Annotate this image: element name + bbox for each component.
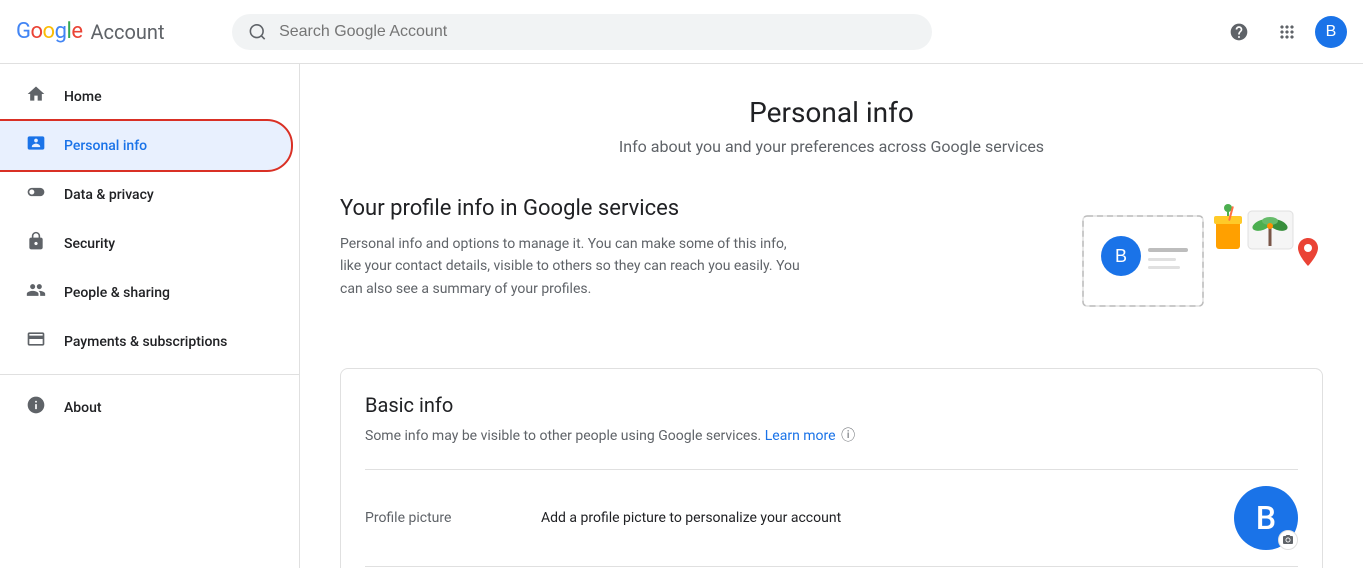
search-icon [248, 22, 267, 42]
google-logo: Google [16, 19, 82, 44]
payments-icon [24, 329, 48, 354]
avatar-letter: B [1256, 499, 1276, 537]
help-button[interactable] [1219, 12, 1259, 52]
camera-icon [1282, 534, 1294, 546]
camera-badge [1278, 530, 1298, 550]
profile-picture-value: Add a profile picture to personalize you… [541, 510, 1218, 526]
sidebar-label-payments: Payments & subscriptions [64, 334, 227, 350]
sidebar-item-data-privacy[interactable]: Data & privacy [0, 170, 291, 219]
page-title: Personal info [340, 96, 1323, 129]
profile-picture-label: Profile picture [365, 510, 525, 526]
header-actions: B [1219, 12, 1347, 52]
profile-section-title: Your profile info in Google services [340, 196, 1023, 221]
profile-section: Your profile info in Google services Per… [340, 196, 1323, 336]
data-privacy-icon [24, 182, 48, 207]
basic-info-card: Basic info Some info may be visible to o… [340, 368, 1323, 568]
sidebar-label-security: Security [64, 236, 115, 252]
logo-area: Google Account [16, 19, 216, 44]
learn-more-link[interactable]: Learn more [765, 428, 836, 444]
sidebar-label-data-privacy: Data & privacy [64, 187, 154, 203]
people-sharing-icon [24, 280, 48, 305]
user-avatar-button[interactable]: B [1315, 16, 1347, 48]
header: Google Account B [0, 0, 1363, 64]
search-bar[interactable] [232, 14, 932, 50]
home-icon [24, 84, 48, 109]
sidebar-item-people-sharing[interactable]: People & sharing [0, 268, 291, 317]
sidebar-item-personal-info[interactable]: Personal info [0, 121, 291, 170]
about-icon [24, 395, 48, 420]
sidebar-item-about[interactable]: About [0, 383, 291, 432]
page-header: Personal info Info about you and your pr… [340, 96, 1323, 156]
sidebar-item-home[interactable]: Home [0, 72, 291, 121]
profile-picture-row[interactable]: Profile picture Add a profile picture to… [365, 469, 1298, 566]
main-layout: Home Personal info Data & privacy Securi… [0, 64, 1363, 568]
basic-info-title: Basic info [365, 393, 1298, 417]
avatar: B [1234, 486, 1298, 550]
basic-info-subtitle: Some info may be visible to other people… [365, 425, 1298, 445]
sidebar-label-about: About [64, 400, 102, 416]
personal-info-icon [24, 133, 48, 158]
sidebar-label-home: Home [64, 89, 102, 105]
help-icon [1229, 22, 1249, 42]
sidebar: Home Personal info Data & privacy Securi… [0, 64, 300, 568]
page-subtitle: Info about you and your preferences acro… [340, 137, 1323, 156]
info-circle-icon: ⓘ [841, 428, 855, 444]
profile-text: Your profile info in Google services Per… [340, 196, 1023, 300]
svg-text:B: B [1115, 246, 1127, 266]
sidebar-item-payments[interactable]: Payments & subscriptions [0, 317, 291, 366]
profile-section-desc: Personal info and options to manage it. … [340, 233, 800, 300]
security-icon [24, 231, 48, 256]
illustration-svg: B [1063, 196, 1323, 336]
sidebar-label-people-sharing: People & sharing [64, 285, 170, 301]
apps-icon [1277, 22, 1297, 42]
sidebar-item-security[interactable]: Security [0, 219, 291, 268]
search-input[interactable] [279, 23, 916, 41]
sidebar-label-personal-info: Personal info [64, 138, 147, 154]
app-title: Account [90, 20, 164, 44]
apps-button[interactable] [1267, 12, 1307, 52]
profile-illustration: B [1063, 196, 1323, 336]
sidebar-divider [0, 374, 299, 375]
main-content: Personal info Info about you and your pr… [300, 64, 1363, 568]
